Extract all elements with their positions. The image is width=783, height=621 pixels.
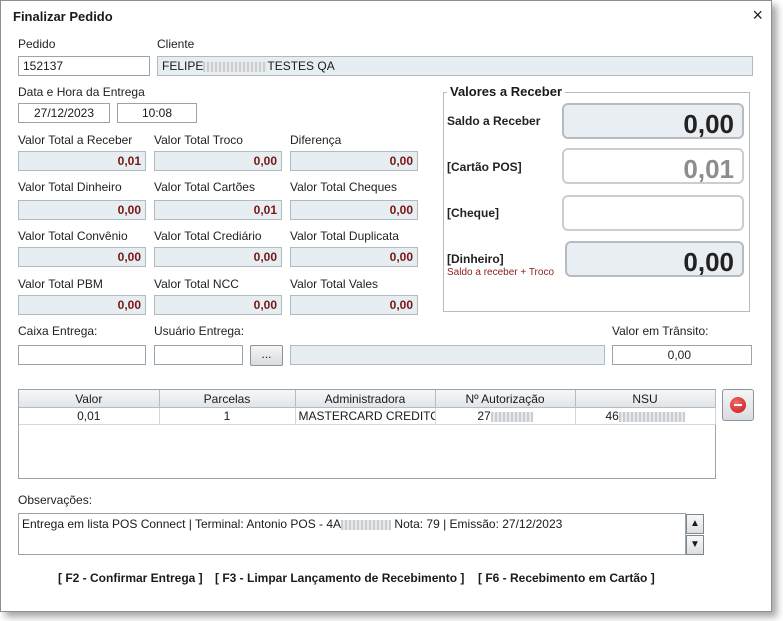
total-cartoes-label: Valor Total Cartões xyxy=(154,180,255,194)
valores-receber-title: Valores a Receber xyxy=(447,84,566,99)
usuario-entrega-field[interactable] xyxy=(154,345,243,365)
dinheiro-sublabel: Saldo a receber + Troco xyxy=(447,267,555,278)
title-bar: Finalizar Pedido × xyxy=(1,1,771,31)
total-convenio-label: Valor Total Convênio xyxy=(18,229,128,243)
cell-nsu: 46 xyxy=(575,407,716,425)
total-cheques-field: 0,00 xyxy=(290,200,418,220)
col-valor[interactable]: Valor xyxy=(19,390,160,408)
cell-parcelas: 1 xyxy=(159,407,296,425)
cheque-field[interactable] xyxy=(562,195,744,231)
usuario-name-field xyxy=(290,345,605,365)
redacted-text xyxy=(203,61,268,72)
close-icon[interactable]: × xyxy=(752,5,763,26)
usuario-search-button[interactable]: ... xyxy=(250,345,283,366)
total-crediario-label: Valor Total Crediário xyxy=(154,229,262,243)
grid-header: Valor Parcelas Administradora Nº Autoriz… xyxy=(19,390,716,408)
total-duplicata-label: Valor Total Duplicata xyxy=(290,229,399,243)
saldo-receber-field: 0,00 xyxy=(562,103,744,139)
diferenca-label: Diferença xyxy=(290,133,342,147)
scroll-up-icon[interactable]: ▲ xyxy=(686,514,704,534)
total-receber-label: Valor Total a Receber xyxy=(18,133,133,147)
recebimento-cartao-action[interactable]: [ F6 - Recebimento em Cartão ] xyxy=(478,571,655,585)
col-autorizacao[interactable]: Nº Autorização xyxy=(435,390,576,408)
total-cheques-label: Valor Total Cheques xyxy=(290,180,397,194)
observacoes-textarea[interactable]: Entrega em lista POS Connect | Terminal:… xyxy=(18,513,686,555)
redacted-text xyxy=(490,411,533,422)
remove-payment-button[interactable] xyxy=(722,389,754,421)
table-row[interactable]: 0,01 1 MASTERCARD CREDITO... 27 46 xyxy=(19,407,716,425)
diferenca-field: 0,00 xyxy=(290,151,418,171)
dinheiro-label: [Dinheiro] xyxy=(447,252,504,266)
window-title: Finalizar Pedido xyxy=(13,9,113,24)
total-vales-label: Valor Total Vales xyxy=(290,277,379,291)
total-cartoes-field: 0,01 xyxy=(154,200,282,220)
caixa-entrega-field[interactable] xyxy=(18,345,146,365)
entrega-label: Data e Hora da Entrega xyxy=(18,85,145,99)
cell-administradora: MASTERCARD CREDITO... xyxy=(295,407,436,425)
saldo-receber-label: Saldo a Receber xyxy=(447,114,541,128)
scroll-down-icon[interactable]: ▼ xyxy=(686,535,704,555)
cheque-label: [Cheque] xyxy=(447,206,499,220)
autorizacao-value: 27 xyxy=(477,409,491,423)
redacted-text xyxy=(341,519,392,530)
remove-circle-icon xyxy=(730,397,746,413)
cartao-pos-label: [Cartão POS] xyxy=(447,160,522,174)
total-duplicata-field: 0,00 xyxy=(290,247,418,267)
col-administradora[interactable]: Administradora xyxy=(295,390,436,408)
total-pbm-field: 0,00 xyxy=(18,295,146,315)
observacoes-label: Observações: xyxy=(18,493,93,507)
total-troco-field: 0,00 xyxy=(154,151,282,171)
total-receber-field: 0,01 xyxy=(18,151,146,171)
total-convenio-field: 0,00 xyxy=(18,247,146,267)
limpar-lancamento-action[interactable]: [ F3 - Limpar Lançamento de Recebimento … xyxy=(215,571,464,585)
confirmar-entrega-action[interactable]: [ F2 - Confirmar Entrega ] xyxy=(58,571,203,585)
redacted-text xyxy=(618,411,685,422)
cliente-field: FELIPE TESTES QA xyxy=(157,56,753,76)
caixa-entrega-label: Caixa Entrega: xyxy=(18,324,98,338)
usuario-entrega-label: Usuário Entrega: xyxy=(154,324,245,338)
total-pbm-label: Valor Total PBM xyxy=(18,277,103,291)
total-ncc-field: 0,00 xyxy=(154,295,282,315)
dinheiro-field[interactable]: 0,00 xyxy=(565,241,744,277)
cliente-name-start: FELIPE xyxy=(162,59,204,73)
cartao-pos-field[interactable]: 0,01 xyxy=(562,148,744,184)
cell-autorizacao: 27 xyxy=(435,407,576,425)
entrega-time-field[interactable]: 10:08 xyxy=(117,103,197,123)
cell-valor: 0,01 xyxy=(19,407,160,425)
entrega-date-field[interactable]: 27/12/2023 xyxy=(18,103,110,123)
payments-grid: Valor Parcelas Administradora Nº Autoriz… xyxy=(18,389,716,479)
total-crediario-field: 0,00 xyxy=(154,247,282,267)
pedido-field[interactable]: 152137 xyxy=(18,56,150,76)
observacoes-text-end: Nota: 79 | Emissão: 27/12/2023 xyxy=(394,517,563,531)
total-dinheiro-field: 0,00 xyxy=(18,200,146,220)
total-troco-label: Valor Total Troco xyxy=(154,133,243,147)
nsu-value: 46 xyxy=(605,409,619,423)
pedido-label: Pedido xyxy=(18,37,56,51)
col-parcelas[interactable]: Parcelas xyxy=(159,390,296,408)
transito-field[interactable]: 0,00 xyxy=(612,345,752,365)
cliente-name-end: TESTES QA xyxy=(267,59,335,73)
col-nsu[interactable]: NSU xyxy=(575,390,716,408)
total-vales-field: 0,00 xyxy=(290,295,418,315)
transito-label: Valor em Trânsito: xyxy=(612,324,709,338)
cliente-label: Cliente xyxy=(157,37,195,51)
total-ncc-label: Valor Total NCC xyxy=(154,277,239,291)
observacoes-text-start: Entrega em lista POS Connect | Terminal:… xyxy=(22,517,342,531)
total-dinheiro-label: Valor Total Dinheiro xyxy=(18,180,122,194)
